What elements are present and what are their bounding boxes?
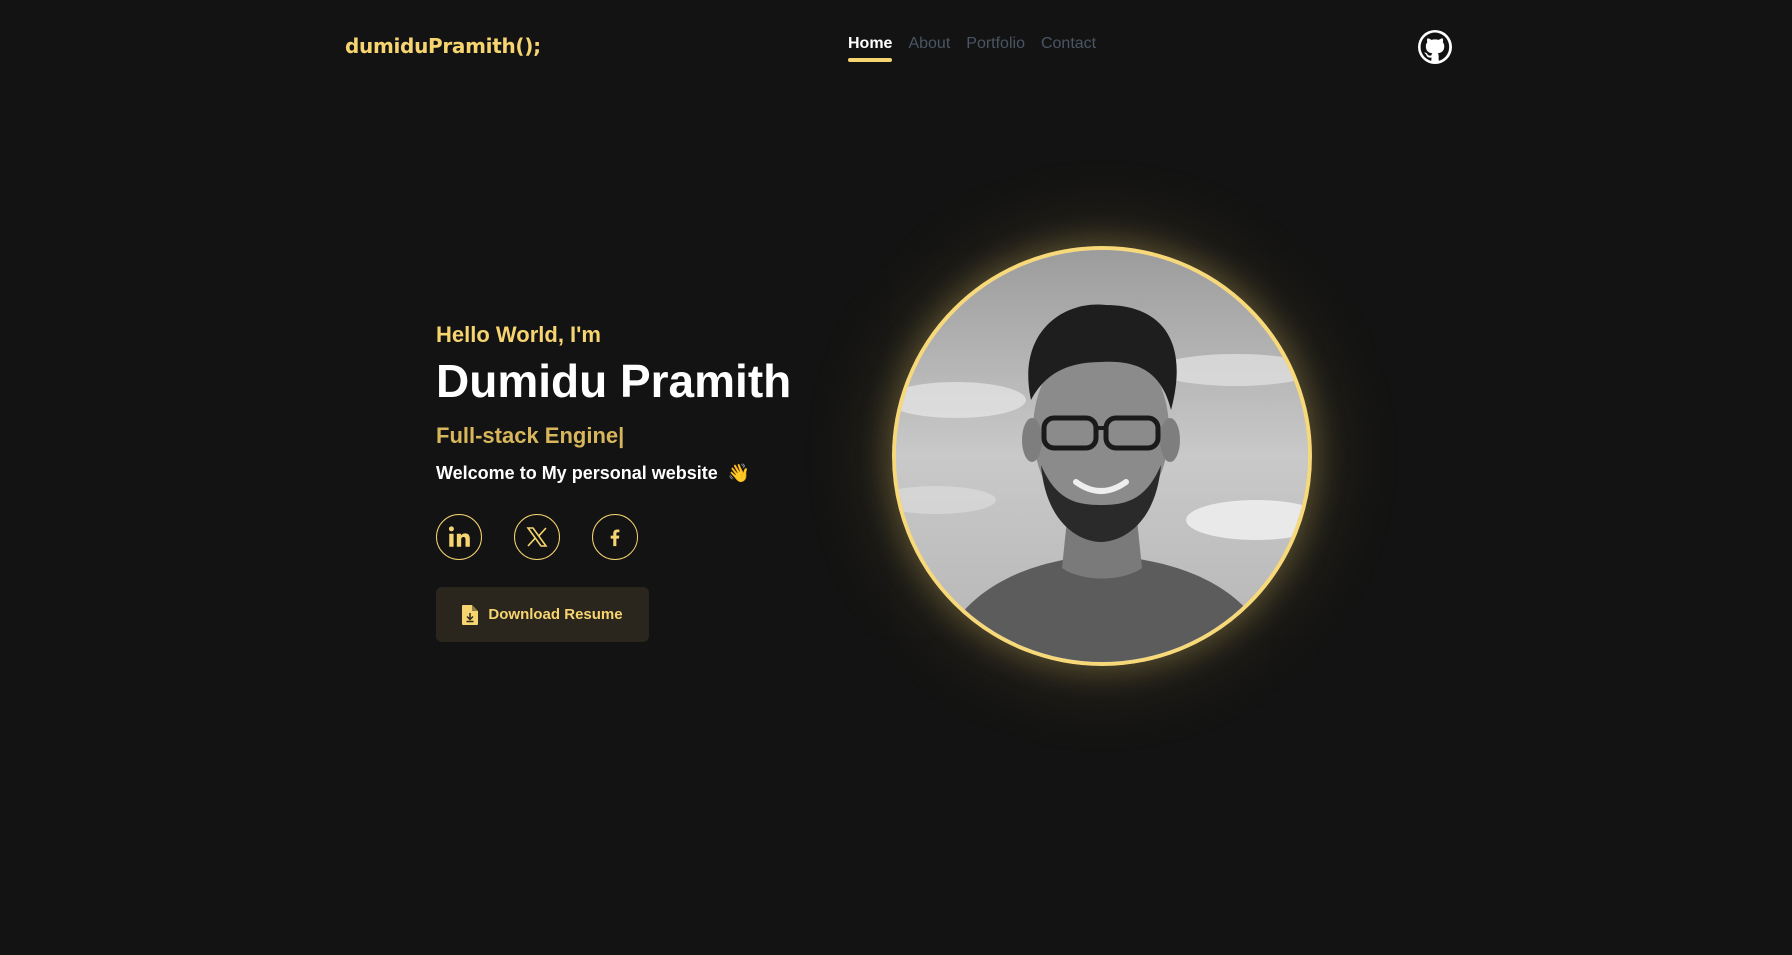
site-logo[interactable]: dumiduPramith(); <box>345 34 541 58</box>
file-download-icon <box>462 604 479 625</box>
x-icon[interactable] <box>514 514 560 560</box>
nav-portfolio[interactable]: Portfolio <box>966 34 1025 60</box>
page: dumiduPramith(); Home About Portfolio Co… <box>0 0 1792 955</box>
hero-role: Full-stack Engine| <box>436 423 625 448</box>
nav-contact[interactable]: Contact <box>1041 34 1096 60</box>
profile-photo <box>892 246 1312 666</box>
github-icon[interactable] <box>1418 30 1452 64</box>
facebook-icon[interactable] <box>592 514 638 560</box>
social-links <box>436 514 638 560</box>
welcome-text: Welcome to My personal website <box>436 463 718 483</box>
hero-welcome: Welcome to My personal website 👋 <box>436 463 750 484</box>
hero-name: Dumidu Pramith <box>436 355 792 407</box>
wave-icon: 👋 <box>727 463 751 483</box>
linkedin-icon[interactable] <box>436 514 482 560</box>
download-resume-label: Download Resume <box>488 606 623 623</box>
nav-about[interactable]: About <box>908 34 950 60</box>
main-nav: Home About Portfolio Contact <box>848 34 1096 62</box>
nav-home[interactable]: Home <box>848 34 893 62</box>
hero-greeting: Hello World, I'm <box>436 322 601 347</box>
download-resume-button[interactable]: Download Resume <box>436 587 649 642</box>
